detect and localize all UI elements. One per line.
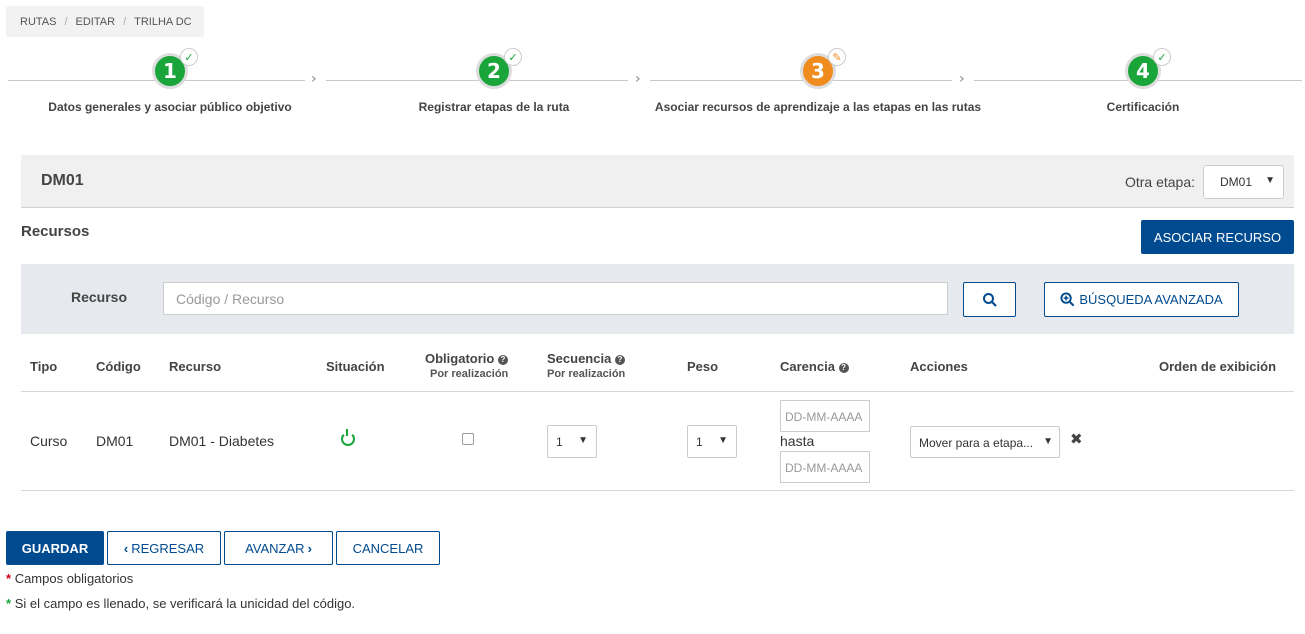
step-3-label: Asociar recursos de aprendizaje a las et… [654,100,982,114]
column-header-obligatorio-sub: Por realización [430,368,509,380]
unique-note-text: Si el campo es llenado, se verificará la… [14,596,356,611]
step-2[interactable]: 2 ✓ [476,48,522,89]
column-header-acciones: Acciones [910,359,968,374]
associate-resource-button[interactable]: ASOCIAR RECURSO [1141,220,1294,254]
caret-down-icon: ▼ [1043,436,1053,447]
wizard-stepper: › › › 1 ✓ Datos generales y asociar públ… [0,40,1305,130]
zoom-in-icon [1060,292,1075,307]
search-button[interactable] [963,282,1016,317]
help-icon[interactable]: ? [614,355,625,365]
advanced-search-label: BÚSQUEDA AVANZADA [1079,292,1223,307]
other-etapa-select[interactable]: DM01 ▼ [1203,165,1284,199]
help-icon[interactable]: ? [838,363,849,373]
column-header-secuencia-sub: Por realización [547,368,626,380]
column-header-peso: Peso [687,359,719,374]
chevron-right-icon: › [307,540,312,556]
step-1-label: Datos generales y asociar público objeti… [48,100,292,114]
secuencia-select[interactable]: 1 ▼ [547,425,597,458]
move-etapa-select[interactable]: Mover para a etapa... ▼ [910,426,1060,458]
caret-down-icon: ▼ [718,435,728,446]
back-button-label: REGRESAR [131,540,205,556]
help-icon[interactable]: ? [497,355,508,365]
next-button-label: AVANZAR [245,540,305,556]
check-icon: ✓ [180,48,198,66]
delete-icon[interactable]: ✖ [1070,430,1083,448]
column-header-orden: Orden de exibición [1159,359,1277,374]
table-header-divider [21,391,1294,392]
check-icon: ✓ [504,48,522,66]
unique-note: * Si el campo es llenado, se verificará … [6,596,355,611]
column-header-codigo: Código [96,359,141,374]
etapa-header: DM01 Otra etapa: DM01 ▼ [21,155,1294,208]
section-title: Recursos [21,223,90,240]
step-1[interactable]: 1 ✓ [152,48,198,89]
move-etapa-value: Mover para a etapa... [919,436,1034,450]
column-header-tipo: Tipo [30,359,58,374]
chevron-right-icon: › [635,71,641,87]
peso-value: 1 [696,435,703,449]
search-input[interactable]: Código / Recurso [163,282,948,315]
carencia-to-input[interactable]: DD-MM-AAAA [780,451,870,483]
other-etapa-label: Otra etapa: [1124,174,1195,190]
check-icon: ✓ [1153,48,1171,66]
cell-tipo: Curso [30,433,68,449]
column-header-obligatorio: Obligatorio ? Por realización [425,351,508,380]
chevron-right-icon: › [311,71,317,87]
breadcrumb-separator: / [123,15,127,28]
breadcrumb-item-editar[interactable]: EDITAR [76,16,116,28]
cell-codigo: DM01 [96,433,134,449]
step-4-label: Certificación [1106,100,1180,114]
carencia-from-input[interactable]: DD-MM-AAAA [780,400,870,432]
step-4[interactable]: 4 ✓ [1125,48,1171,89]
search-icon [982,292,997,307]
etapa-title: DM01 [41,172,84,189]
secuencia-value: 1 [556,435,563,449]
cancel-button[interactable]: CANCELAR [336,531,440,565]
breadcrumb: RUTAS / EDITAR / TRILHA DC [6,6,204,37]
breadcrumb-separator: / [64,15,68,28]
cell-recurso: DM01 - Diabetes [169,433,275,449]
breadcrumb-item-current: TRILHA DC [134,15,192,28]
column-header-situacion: Situación [326,359,385,374]
step-3[interactable]: 3 ✎ [800,48,846,89]
next-button[interactable]: AVANZAR › [224,531,333,565]
column-header-carencia: Carencia ? [780,359,849,374]
required-note: * Campos obligatorios [6,571,133,586]
breadcrumb-item-rutas[interactable]: RUTAS [20,16,56,28]
advanced-search-button[interactable]: BÚSQUEDA AVANZADA [1044,282,1239,317]
column-header-carencia-label: Carencia [780,359,835,374]
column-header-secuencia: Secuencia ? Por realización [547,351,625,380]
chevron-left-icon: ‹ [123,540,129,556]
carencia-separator: hasta [780,433,815,449]
unique-asterisk: * [6,596,12,611]
required-asterisk: * [6,571,12,586]
column-header-secuencia-label: Secuencia [547,351,612,366]
column-header-obligatorio-label: Obligatorio [425,351,495,366]
required-note-text: Campos obligatorios [14,571,134,586]
pencil-icon: ✎ [828,48,846,66]
power-icon[interactable] [341,429,355,446]
caret-down-icon: ▼ [1265,175,1275,186]
other-etapa-value: DM01 [1220,175,1253,189]
step-2-label: Registrar etapas de la ruta [418,100,570,114]
table-row-divider [21,490,1294,491]
back-button[interactable]: ‹ REGRESAR [107,531,221,565]
chevron-right-icon: › [959,71,965,87]
obligatorio-checkbox[interactable] [462,433,474,445]
save-button[interactable]: GUARDAR [6,531,104,565]
peso-select[interactable]: 1 ▼ [687,425,737,458]
caret-down-icon: ▼ [578,435,588,446]
column-header-recurso: Recurso [169,359,222,374]
search-label: Recurso [71,289,128,305]
